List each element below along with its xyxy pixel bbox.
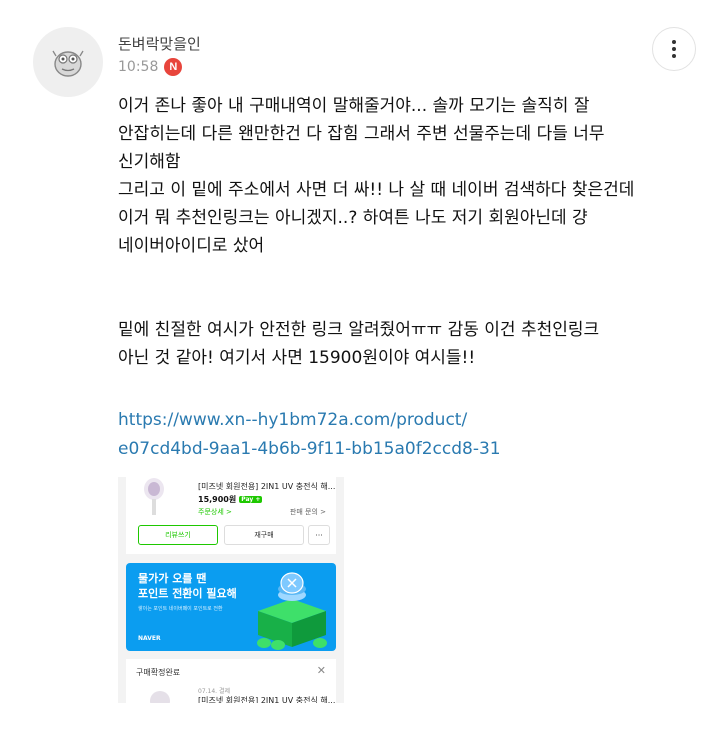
new-badge: N <box>164 58 183 76</box>
payment-date: 07.14. 결제 <box>198 688 231 695</box>
author-name[interactable]: 돈벼락맞을인 <box>118 33 201 54</box>
comment-body: 이거 존나 좋아 내 구매내역이 말해줄거야... 솔까 모기는 솔직히 잘 안… <box>118 92 698 372</box>
product-name: [미즈넷 회원전용] 2IN1 UV 충전식 해... <box>198 696 336 703</box>
purchase-confirmed-card: 구매확정완료 ✕ 07.14. 결제 [미즈넷 회원전용] 2IN1 UV 충전… <box>126 659 336 703</box>
section-title: 구매확정완료 <box>136 668 181 677</box>
banner-subtitle: 포인트 전환이 필요해 <box>138 587 237 600</box>
body-line: 아닌 것 같아! 여기서 사면 15900원이야 여시들!! <box>118 348 476 368</box>
close-icon[interactable]: ✕ <box>317 664 326 677</box>
price-text: 15,900원 <box>198 495 237 504</box>
order-detail-link[interactable]: 주문상세 > <box>198 507 232 517</box>
card-more-button[interactable]: ··· <box>308 525 330 545</box>
body-line: 이거 뭐 추천인링크는 아니겠지..? 하여튼 나도 저기 회원아닌데 걍 <box>118 208 588 228</box>
banner-description: 쌓이는 포인트 네이버페이 포인트로 전환 <box>138 606 223 612</box>
point-box-illustration <box>257 572 327 650</box>
body-line: 네이버아이디로 샀어 <box>118 236 265 256</box>
body-line: 안잡히는데 다른 왠만한건 다 잡힘 그래서 주변 선물주는데 다들 너무 <box>118 124 605 144</box>
body-line: 신기해함 <box>118 152 181 172</box>
body-line: 그리고 이 밑에 주소에서 사면 더 싸!! 나 살 때 네이버 검색하다 찾은… <box>118 180 635 200</box>
review-button[interactable]: 리뷰쓰기 <box>138 525 218 545</box>
pay-badge: Pay + <box>239 496 263 503</box>
product-image <box>144 478 164 515</box>
product-name: [미즈넷 회원전용] 2IN1 UV 충전식 해... <box>198 482 336 491</box>
rebuy-button[interactable]: 재구매 <box>224 525 304 545</box>
attached-screenshot[interactable]: [미즈넷 회원전용] 2IN1 UV 충전식 해... 15,900원 Pay … <box>118 477 344 703</box>
product-price: 15,900원 Pay + <box>198 494 263 505</box>
banner-brand: NAVER <box>138 635 161 642</box>
body-line: 밑에 친절한 여시가 안전한 링크 알려줬어ㅠㅠ 감동 이건 추천인링크 <box>118 320 600 340</box>
character-avatar-icon <box>52 50 84 77</box>
vertical-ellipsis-icon <box>672 40 676 58</box>
more-options-button[interactable] <box>652 27 696 71</box>
seller-inquiry-link[interactable]: 판매 문의 > <box>290 507 326 517</box>
banner-title: 물가가 오를 땐 <box>138 572 207 585</box>
link-line[interactable]: e07cd4bd-9aa1-4b6b-9f11-bb15a0f2ccd8-31 <box>118 435 501 464</box>
comment-time: 10:58 <box>118 59 159 75</box>
order-card: [미즈넷 회원전용] 2IN1 UV 충전식 해... 15,900원 Pay … <box>126 477 336 554</box>
link-line[interactable]: https://www.xn--hy1bm72a.com/product/ <box>118 406 501 435</box>
avatar[interactable] <box>33 27 103 97</box>
body-line: 이거 존나 좋아 내 구매내역이 말해줄거야... 솔까 모기는 솔직히 잘 <box>118 96 590 116</box>
promo-banner[interactable]: 물가가 오를 땐 포인트 전환이 필요해 쌓이는 포인트 네이버페이 포인트로 … <box>126 563 336 651</box>
product-link[interactable]: https://www.xn--hy1bm72a.com/product/ e0… <box>118 406 501 464</box>
product-image <box>150 691 170 703</box>
comment-meta: 10:58 N <box>118 58 183 76</box>
